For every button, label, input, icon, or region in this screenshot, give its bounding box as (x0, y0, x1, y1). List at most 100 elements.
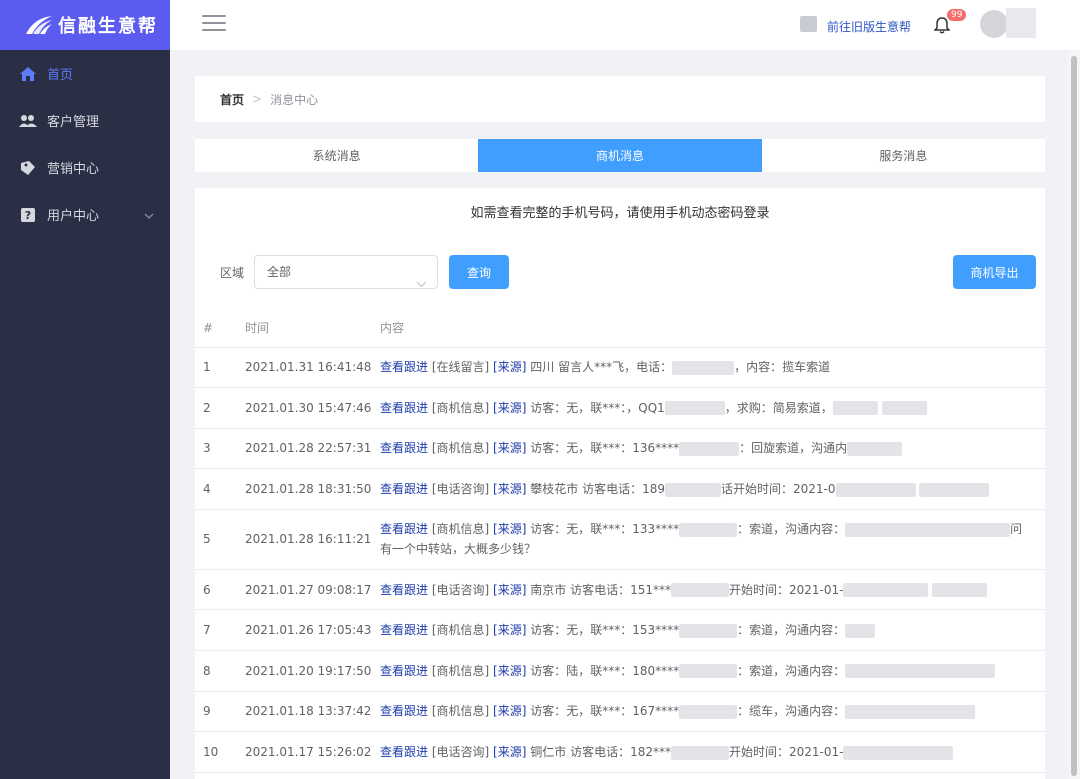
view-followup-link[interactable]: 查看跟进 (380, 441, 428, 455)
home-icon (18, 65, 38, 83)
redacted-block (845, 623, 876, 638)
view-followup-link[interactable]: 查看跟进 (380, 360, 428, 374)
message-text-a: 访客：无，联***：167**** (530, 704, 680, 719)
chevron-down-icon (416, 268, 427, 300)
view-followup-link[interactable]: 查看跟进 (380, 704, 428, 718)
source-link[interactable]: [来源] (493, 745, 526, 759)
sidebar-item-label: 客户管理 (47, 115, 100, 130)
breadcrumb-separator: > (252, 92, 263, 106)
sidebar-item-home[interactable]: 首页 (0, 50, 170, 97)
region-select-value: 全部 (267, 265, 292, 279)
view-followup-link[interactable]: 查看跟进 (380, 583, 428, 597)
view-followup-link[interactable]: 查看跟进 (380, 482, 428, 496)
message-text-a: 访客：陆，联***：180**** (530, 663, 680, 678)
redacted-block (919, 482, 990, 497)
redacted-block (679, 522, 738, 537)
view-followup-link[interactable]: 查看跟进 (380, 401, 428, 415)
table-header-row: # 时间 内容 (195, 309, 1045, 348)
view-followup-link[interactable]: 查看跟进 (380, 745, 428, 759)
sidebar-item-marketing-center[interactable]: 营销中心 (0, 144, 170, 191)
help-icon: ? (18, 206, 38, 224)
row-index: 8 (195, 650, 245, 692)
table-row: 7 2021.01.26 17:05:43 查看跟进 [商机信息] [来源] 访… (195, 609, 1045, 652)
column-header-time: 时间 (245, 309, 380, 348)
message-text-b: ：索道，沟通内容： (737, 663, 846, 678)
source-link[interactable]: [来源] (493, 583, 526, 597)
table-row: 10 2021.01.17 15:26:02 查看跟进 [电话咨询] [来源] … (195, 731, 1045, 773)
tab-service-messages[interactable]: 服务消息 (762, 139, 1045, 172)
message-type: [电话咨询] (431, 582, 490, 597)
login-notice: 如需查看完整的手机号码，请使用手机动态密码登录 (470, 206, 770, 221)
redacted-block (881, 401, 927, 416)
row-content: 查看跟进 [商机信息] [来源] 访客：无，联***：136**** ：回旋索道，… (380, 428, 1045, 470)
region-label: 区域 (220, 266, 245, 280)
view-followup-link[interactable]: 查看跟进 (380, 623, 428, 637)
redacted-block (845, 664, 996, 679)
redacted-block (932, 583, 988, 598)
row-index: 7 (195, 609, 245, 652)
row-index: 10 (195, 731, 245, 773)
table-row: 3 2021.01.28 22:57:31 查看跟进 [商机信息] [来源] 访… (195, 428, 1045, 470)
source-link[interactable]: [来源] (493, 623, 526, 637)
column-header-content: 内容 (380, 309, 1045, 348)
source-link[interactable]: [来源] (493, 664, 526, 678)
message-type: [商机信息] (431, 704, 490, 719)
view-followup-link[interactable]: 查看跟进 (380, 522, 428, 536)
message-tabs: 系统消息 商机消息 服务消息 (195, 139, 1045, 172)
breadcrumb-home[interactable]: 首页 (220, 91, 244, 108)
sidebar-item-label: 用户中心 (47, 209, 100, 224)
redacted-block (847, 441, 903, 456)
breadcrumb: 首页 > 消息中心 (195, 76, 1045, 122)
row-index: 1 (195, 347, 245, 389)
table-row: 5 2021.01.28 16:11:21 查看跟进 [商机信息] [来源] 访… (195, 509, 1045, 570)
avatar[interactable] (980, 10, 1008, 38)
message-text-b: 开始时间：2021-01- (728, 582, 844, 597)
breadcrumb-current: 消息中心 (270, 92, 319, 107)
row-content: 查看跟进 [在线留言] [来源] 四川 留言人***飞，电话： ，内容：揽车索道 (380, 347, 1045, 389)
query-button[interactable]: 查询 (449, 255, 509, 289)
message-text-b: ：回旋索道，沟通内 (739, 441, 848, 456)
redacted-block (832, 401, 878, 416)
tab-business-messages[interactable]: 商机消息 (478, 139, 762, 172)
messages-table: # 时间 内容 1 2021.01.31 16:41:48 查看跟进 [在线留言… (195, 309, 1045, 773)
column-header-index: # (195, 309, 245, 348)
message-text-b: 话开始时间：2021-0 (720, 482, 836, 497)
source-link[interactable]: [来源] (493, 704, 526, 718)
export-leads-button[interactable]: 商机导出 (953, 255, 1036, 289)
message-type: [商机信息] (431, 522, 490, 537)
row-time: 2021.01.26 17:05:43 (245, 609, 380, 652)
notification-badge: 99 (946, 8, 968, 22)
sidebar-item-customer-management[interactable]: 客户管理 (0, 97, 170, 144)
source-link[interactable]: [来源] (493, 401, 526, 415)
message-type: [商机信息] (431, 663, 490, 678)
menu-toggle-icon[interactable] (202, 15, 226, 33)
app-logo[interactable]: 信融生意帮 (0, 0, 170, 50)
scrollbar-thumb[interactable] (1071, 56, 1077, 776)
old-version-icon (800, 16, 817, 32)
message-text-a: 铜仁市 访客电话：182*** (530, 745, 671, 760)
message-text-a: 访客：无，联***：153**** (530, 623, 680, 638)
sidebar-item-user-center[interactable]: ? 用户中心 (0, 191, 170, 238)
row-content: 查看跟进 [商机信息] [来源] 访客：无，联***：133**** ：索道，沟通… (380, 509, 1045, 570)
message-text-b: ：索道，沟通内容： (737, 623, 846, 638)
redacted-block (679, 623, 738, 638)
view-followup-link[interactable]: 查看跟进 (380, 664, 428, 678)
message-type: [电话咨询] (431, 745, 490, 760)
source-link[interactable]: [来源] (493, 482, 526, 496)
message-type: [商机信息] (431, 400, 490, 415)
message-text-b: 开始时间：2021-01- (728, 745, 844, 760)
source-link[interactable]: [来源] (493, 360, 526, 374)
users-icon (18, 112, 38, 130)
tab-system-messages[interactable]: 系统消息 (195, 139, 478, 172)
row-time: 2021.01.17 15:26:02 (245, 731, 380, 773)
old-version-link[interactable]: 前往旧版生意帮 (827, 18, 911, 35)
row-content: 查看跟进 [电话咨询] [来源] 攀枝花市 访客电话：189 话开始时间：2021… (380, 468, 1045, 510)
row-index: 3 (195, 428, 245, 470)
page-scrollbar[interactable] (1068, 50, 1080, 779)
row-index: 4 (195, 468, 245, 510)
region-select[interactable]: 全部 (254, 255, 438, 289)
source-link[interactable]: [来源] (493, 441, 526, 455)
source-link[interactable]: [来源] (493, 522, 526, 536)
row-index: 2 (195, 387, 245, 429)
redacted-block (845, 704, 976, 719)
